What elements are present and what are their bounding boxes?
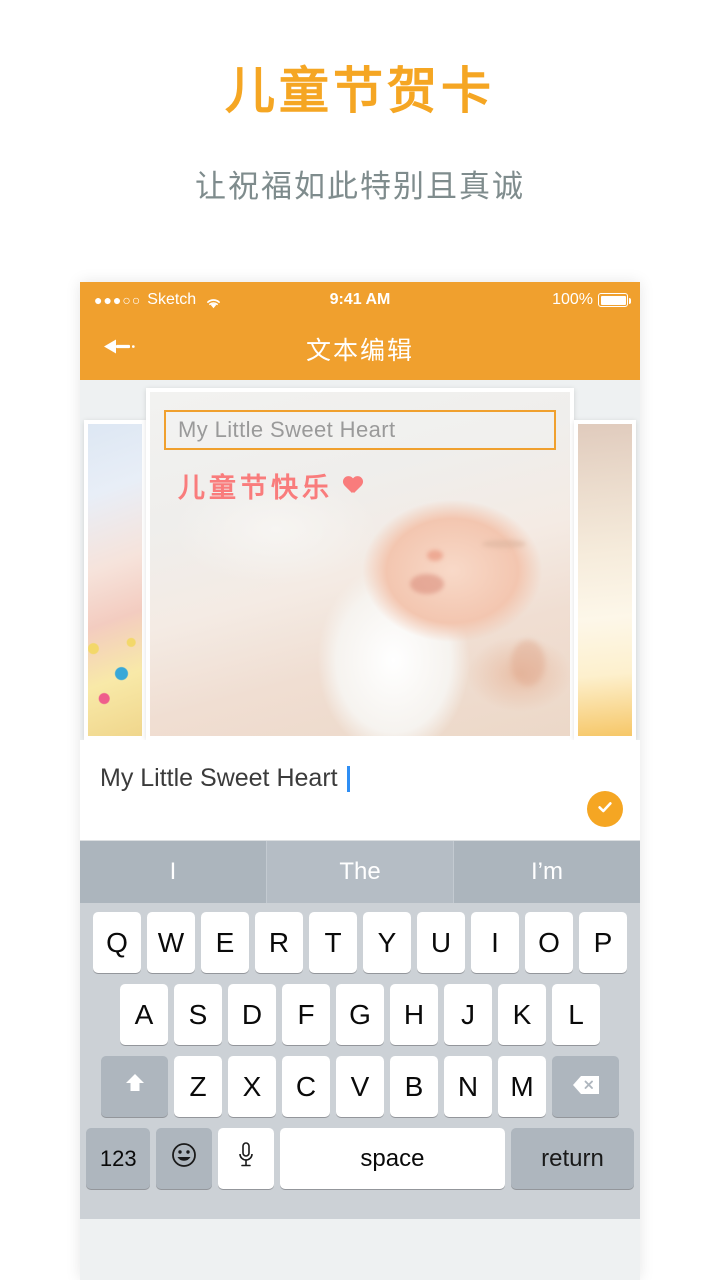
key-c[interactable]: C xyxy=(282,1056,330,1117)
heart-icon xyxy=(343,477,363,495)
card-preview-previous[interactable] xyxy=(84,420,146,740)
shift-key[interactable] xyxy=(101,1056,168,1117)
key-r[interactable]: R xyxy=(255,912,303,973)
key-m[interactable]: M xyxy=(498,1056,546,1117)
key-f[interactable]: F xyxy=(282,984,330,1045)
promo-header: 儿童节贺卡 让祝福如此特别且真诚 xyxy=(0,0,720,206)
key-j[interactable]: J xyxy=(444,984,492,1045)
space-key[interactable]: space xyxy=(279,1128,505,1189)
key-y[interactable]: Y xyxy=(363,912,411,973)
return-key[interactable]: return xyxy=(510,1128,634,1189)
shift-arrow-icon xyxy=(121,1069,149,1104)
key-e[interactable]: E xyxy=(201,912,249,973)
card-preview-photo xyxy=(88,424,142,736)
key-d[interactable]: D xyxy=(228,984,276,1045)
key-i[interactable]: I xyxy=(471,912,519,973)
key-p[interactable]: P xyxy=(579,912,627,973)
checkmark-icon xyxy=(595,797,615,822)
nav-title: 文本编辑 xyxy=(305,337,414,365)
key-v[interactable]: V xyxy=(336,1056,384,1117)
key-a[interactable]: A xyxy=(120,984,168,1045)
page-title: 儿童节贺卡 xyxy=(225,63,495,119)
card-active[interactable]: My Little Sweet Heart 儿童节快乐 xyxy=(146,388,574,740)
confirm-button[interactable] xyxy=(587,791,623,827)
key-n[interactable]: N xyxy=(444,1056,492,1117)
keyboard-row-1: Q W E R T Y U I O P xyxy=(83,912,637,973)
key-b[interactable]: B xyxy=(390,1056,438,1117)
key-l[interactable]: L xyxy=(552,984,600,1045)
card-caption-textbox[interactable]: My Little Sweet Heart xyxy=(164,410,556,450)
card-carousel[interactable]: My Little Sweet Heart 儿童节快乐 xyxy=(80,380,640,740)
emoji-smiley-icon xyxy=(170,1141,198,1176)
status-bar-clock: 9:41 AM xyxy=(329,291,391,308)
backspace-icon xyxy=(571,1071,601,1103)
key-u[interactable]: U xyxy=(417,912,465,973)
photo-detail xyxy=(481,539,526,548)
keyboard-row-3: Z X C V B N M xyxy=(83,1056,637,1117)
card-greeting: 儿童节快乐 xyxy=(178,466,363,505)
back-arrow-icon xyxy=(102,337,136,362)
dictation-key[interactable] xyxy=(218,1128,274,1189)
emoji-key[interactable] xyxy=(156,1128,213,1189)
key-w[interactable]: W xyxy=(147,912,195,973)
suggestion-2[interactable]: I’m xyxy=(454,841,640,903)
suggestion-0[interactable]: I xyxy=(80,841,266,903)
key-s[interactable]: S xyxy=(174,984,222,1045)
photo-detail xyxy=(410,574,445,595)
nav-bar: 文本编辑 xyxy=(80,318,640,380)
text-input-field[interactable]: My Little Sweet Heart xyxy=(80,740,640,793)
back-button[interactable] xyxy=(102,337,136,362)
key-h[interactable]: H xyxy=(390,984,438,1045)
text-caret xyxy=(346,765,350,792)
key-z[interactable]: Z xyxy=(174,1056,222,1117)
text-input-panel: My Little Sweet Heart xyxy=(80,740,640,841)
backspace-key[interactable] xyxy=(552,1056,619,1117)
page-subtitle: 让祝福如此特别且真诚 xyxy=(195,169,525,204)
keyboard-row-2: A S D F G H J K L xyxy=(83,984,637,1045)
card-preview-next[interactable] xyxy=(574,420,636,740)
key-q[interactable]: Q xyxy=(93,912,141,973)
onscreen-keyboard: Q W E R T Y U I O P A S D F G H J K L Z … xyxy=(80,903,640,1219)
card-caption-text: My Little Sweet Heart xyxy=(178,417,396,442)
key-k[interactable]: K xyxy=(498,984,546,1045)
microphone-icon xyxy=(235,1140,257,1177)
key-g[interactable]: G xyxy=(336,984,384,1045)
key-t[interactable]: T xyxy=(309,912,357,973)
battery-icon xyxy=(598,293,631,307)
key-x[interactable]: X xyxy=(228,1056,276,1117)
status-bar: ●●●○○ Sketch 9:41 AM 100% xyxy=(80,282,640,318)
suggestion-1[interactable]: The xyxy=(266,841,454,903)
numbers-key[interactable]: 123 xyxy=(86,1128,151,1189)
photo-detail xyxy=(427,550,444,562)
key-o[interactable]: O xyxy=(525,912,573,973)
card-preview-photo xyxy=(578,424,632,736)
card-greeting-text: 儿童节快乐 xyxy=(178,473,333,503)
phone-mockup: ●●●○○ Sketch 9:41 AM 100% 文本编辑 My Little… xyxy=(80,282,640,1280)
keyboard-row-4: 123 space return xyxy=(83,1128,637,1189)
text-input-value: My Little Sweet Heart xyxy=(100,764,338,792)
predictive-bar: I The I’m xyxy=(80,841,640,903)
photo-detail xyxy=(511,639,546,686)
